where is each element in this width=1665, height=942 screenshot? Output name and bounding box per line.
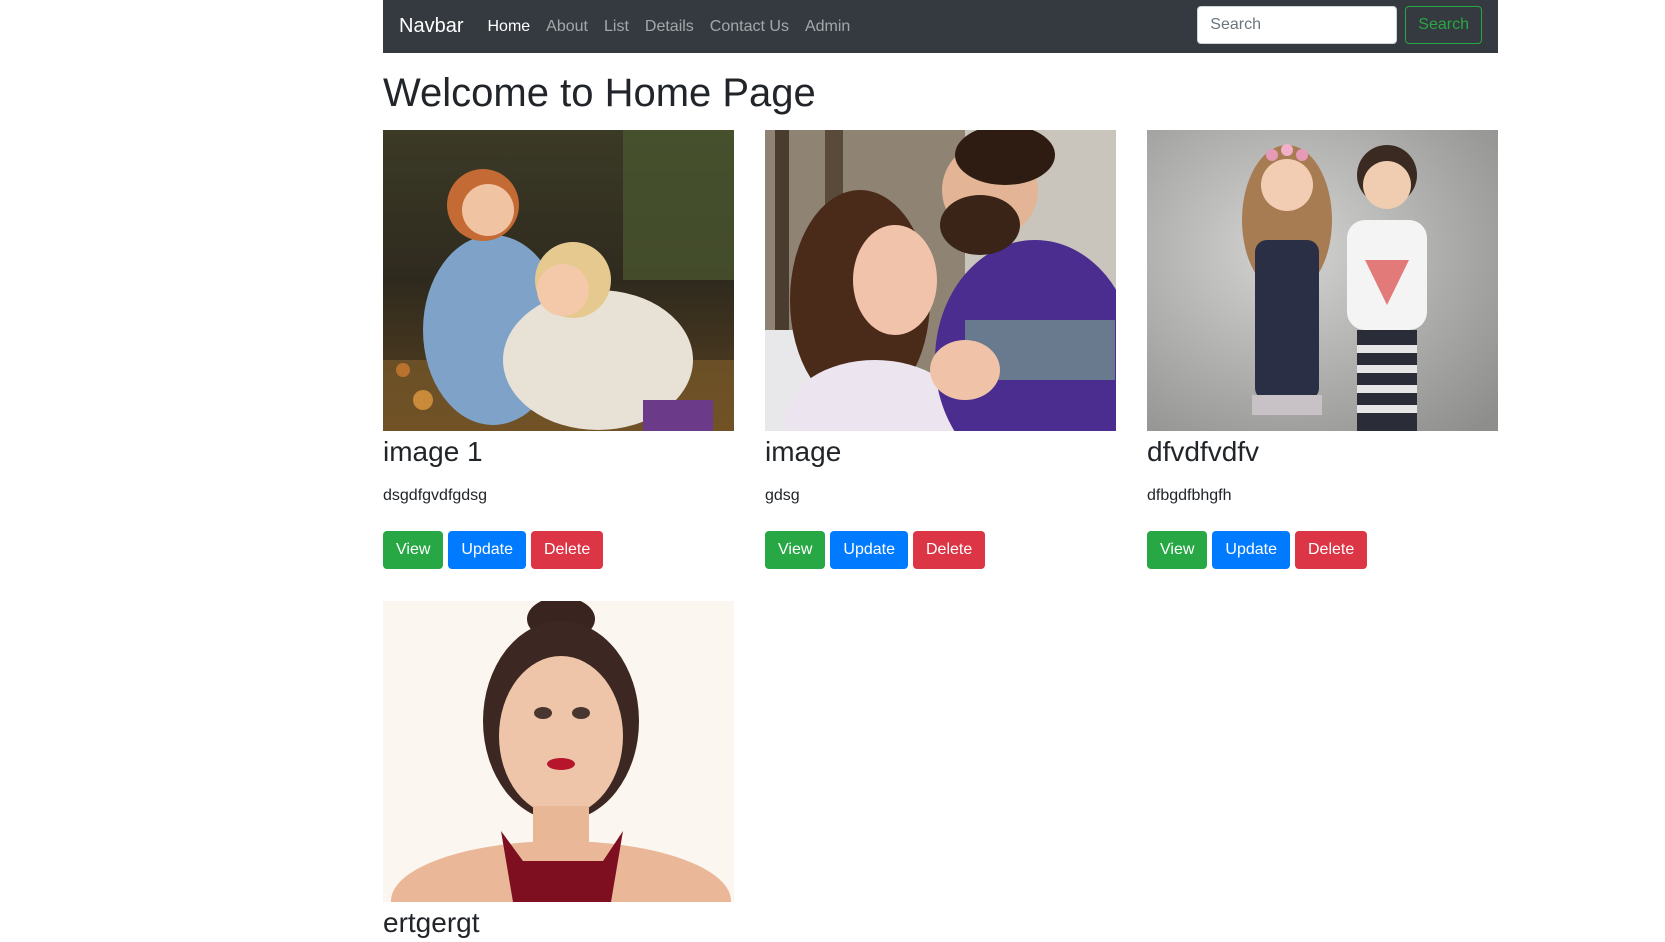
card-title: dfvdfvdfv — [1147, 436, 1260, 467]
page-container: Navbar Home About List Details Contact U… — [383, 0, 1498, 942]
nav-link-admin[interactable]: Admin — [805, 18, 850, 36]
page-title: Welcome to Home Page — [383, 71, 816, 115]
update-button[interactable]: Update — [830, 531, 908, 569]
nav-link-contact-us[interactable]: Contact Us — [710, 18, 789, 36]
delete-button[interactable]: Delete — [1294, 531, 1368, 569]
navbar: Navbar Home About List Details Contact U… — [383, 0, 1498, 53]
card-image — [765, 130, 1116, 431]
card-title: ertgergt — [383, 907, 480, 938]
view-button[interactable]: View — [765, 531, 826, 569]
card-actions: View Update Delete — [383, 531, 734, 569]
card-text: dsgdfgvdfgdsg — [383, 487, 488, 504]
update-button[interactable]: Update — [448, 531, 526, 569]
card: image 1 dsgdfgvdfgdsg View Update Delete — [383, 130, 734, 569]
view-button[interactable]: View — [1147, 531, 1208, 569]
nav-link-details[interactable]: Details — [645, 18, 694, 36]
nav-links: Home About List Details Contact Us Admin — [487, 18, 866, 36]
card-actions: View Update Delete — [1147, 531, 1498, 569]
card-title: image — [765, 436, 842, 467]
card-text: dfbgdfbhgfh — [1147, 487, 1232, 504]
update-button[interactable]: Update — [1212, 531, 1290, 569]
card-actions: View Update Delete — [765, 531, 1116, 569]
delete-button[interactable]: Delete — [530, 531, 604, 569]
navbar-brand[interactable]: Navbar — [399, 15, 463, 38]
card: dfvdfvdfv dfbgdfbhgfh View Update Delete — [1147, 130, 1498, 569]
search-form: Search — [1197, 6, 1482, 44]
card-image — [383, 130, 734, 431]
card-image — [383, 601, 734, 902]
search-button[interactable]: Search — [1405, 6, 1482, 44]
card-title: image 1 — [383, 436, 483, 467]
view-button[interactable]: View — [383, 531, 444, 569]
card: image gdsg View Update Delete — [765, 130, 1116, 569]
search-input[interactable] — [1197, 6, 1398, 44]
nav-link-list[interactable]: List — [604, 18, 629, 36]
delete-button[interactable]: Delete — [912, 531, 986, 569]
nav-link-home[interactable]: Home — [487, 18, 530, 36]
card-image — [1147, 130, 1498, 431]
card: ertgergt — [383, 601, 734, 942]
nav-link-about[interactable]: About — [546, 18, 588, 36]
card-grid: image 1 dsgdfgvdfgdsg View Update Delete — [383, 130, 1498, 942]
card-text: gdsg — [765, 487, 800, 504]
